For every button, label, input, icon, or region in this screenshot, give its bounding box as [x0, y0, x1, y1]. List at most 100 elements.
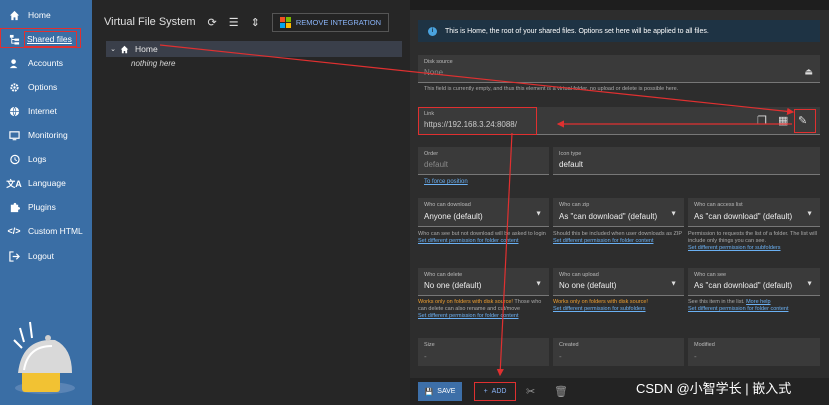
plus-icon: +	[483, 388, 488, 395]
permission-link[interactable]: Set different permission for subfolders	[553, 306, 646, 312]
qr-code-icon[interactable]: ▦	[778, 114, 788, 127]
sidebar-item-label: Monitoring	[28, 130, 68, 140]
copy-icon[interactable]: ❐	[757, 114, 767, 127]
warning-text: Works only on folders with disk source!	[553, 299, 648, 305]
edit-icon[interactable]: ✎	[798, 114, 807, 127]
caret-down-icon: ▼	[806, 279, 813, 287]
sidebar-item-language[interactable]: 文A Language	[0, 172, 92, 194]
icon-type-select[interactable]: Icon type default	[553, 147, 820, 175]
expand-collapse-icon[interactable]: ⇕	[251, 16, 260, 29]
tree-empty-text: nothing here	[131, 59, 176, 68]
delete-icon[interactable]: 🗑	[554, 385, 568, 398]
sidebar-item-logout[interactable]: Logout	[0, 245, 92, 267]
sidebar-item-monitoring[interactable]: Monitoring	[0, 124, 92, 146]
who-can-zip-value: As "can download" (default)	[559, 212, 658, 221]
caret-down-icon: ▼	[535, 279, 542, 287]
disk-source-placeholder: None	[424, 68, 444, 77]
who-can-access-list-select[interactable]: Who can access list As "can download" (d…	[688, 198, 820, 227]
sidebar-item-label: Shared files	[27, 34, 72, 44]
who-can-download-value: Anyone (default)	[424, 212, 483, 221]
eject-icon[interactable]: ⏏	[804, 66, 813, 77]
remove-integration-button[interactable]: REMOVE INTEGRATION	[271, 12, 390, 32]
add-button[interactable]: + ADD	[474, 382, 516, 401]
permission-link[interactable]: Set different permission for subfolders	[688, 245, 781, 251]
who-can-access-list-value: As "can download" (default)	[694, 212, 793, 221]
sidebar-item-internet[interactable]: Internet	[0, 100, 92, 122]
created-value: -	[559, 352, 562, 361]
icon-type-value: default	[559, 160, 584, 169]
add-label: ADD	[491, 388, 507, 395]
remove-integration-label: REMOVE INTEGRATION	[295, 17, 382, 27]
save-button[interactable]: 💾 SAVE	[418, 382, 462, 401]
who-can-download-help: Who can see but not download will be ask…	[418, 231, 549, 245]
who-can-see-label: Who can see	[694, 272, 727, 278]
who-can-zip-select[interactable]: Who can zip As "can download" (default) …	[553, 198, 684, 227]
sidebar-item-custom-html[interactable]: </> Custom HTML	[0, 220, 92, 242]
created-label: Created	[559, 342, 579, 348]
sidebar-item-label: Home	[28, 10, 51, 20]
cut-icon[interactable]: ✂	[526, 385, 535, 398]
who-can-delete-select[interactable]: Who can delete No one (default) ▼	[418, 268, 549, 296]
help-text: See this item in the list.	[688, 299, 745, 305]
history-icon	[0, 154, 28, 165]
sidebar-item-label: Logout	[28, 251, 54, 261]
sidebar-item-logs[interactable]: Logs	[0, 148, 92, 170]
sidebar: Home Shared files Accounts Options Inter…	[0, 0, 92, 405]
who-can-see-select[interactable]: Who can see As "can download" (default) …	[688, 268, 820, 296]
modified-field: Modified -	[688, 338, 820, 366]
gear-icon	[0, 82, 28, 93]
help-text: Who can see but not download will be ask…	[418, 231, 546, 237]
tree-node-home[interactable]: ⌄ Home	[106, 41, 402, 57]
icon-type-label: Icon type	[559, 151, 582, 157]
caret-down-icon: ▼	[670, 279, 677, 287]
who-can-download-select[interactable]: Who can download Anyone (default) ▼	[418, 198, 549, 227]
list-icon[interactable]: ☰	[229, 16, 239, 29]
size-field: Size -	[418, 338, 549, 366]
who-can-upload-label: Who can upload	[559, 272, 599, 278]
sidebar-item-label: Internet	[28, 106, 57, 116]
who-can-zip-label: Who can zip	[559, 202, 590, 208]
watermark: CSDN @小智学长 | 嵌入式	[636, 381, 792, 396]
save-icon: 💾	[424, 388, 434, 396]
tree-toolbar: Virtual File System ⟳ ☰ ⇕ REMOVE INTEGRA…	[104, 12, 390, 32]
save-label: SAVE	[437, 388, 456, 395]
size-label: Size	[424, 342, 435, 348]
size-value: -	[424, 352, 427, 361]
translate-icon: 文A	[6, 178, 22, 189]
disk-source-field[interactable]: Disk source None ⏏	[418, 55, 820, 83]
order-value: default	[424, 160, 449, 169]
page-title: Virtual File System	[104, 16, 196, 28]
who-can-upload-help: Works only on folders with disk source! …	[553, 299, 684, 313]
more-help-link[interactable]: More help	[746, 299, 770, 305]
who-can-delete-label: Who can delete	[424, 272, 463, 278]
sidebar-item-label: Options	[28, 82, 58, 92]
sidebar-item-accounts[interactable]: Accounts	[0, 52, 92, 74]
chevron-down-icon[interactable]: ⌄	[106, 45, 120, 53]
order-field[interactable]: Order default	[418, 147, 549, 175]
who-can-download-label: Who can download	[424, 202, 471, 208]
permission-link[interactable]: Set different permission for folder cont…	[418, 238, 518, 244]
permission-link[interactable]: Set different permission for folder cont…	[688, 306, 788, 312]
permission-link[interactable]: Set different permission for folder cont…	[418, 313, 518, 319]
monitor-icon	[0, 130, 28, 141]
server-cloche-illustration	[13, 321, 75, 394]
disk-source-label: Disk source	[424, 59, 453, 65]
force-position-link[interactable]: To force position	[424, 179, 468, 185]
disk-source-help: This field is currently empty, and thus …	[424, 86, 679, 92]
permission-link[interactable]: Set different permission for folder cont…	[553, 238, 653, 244]
who-can-upload-select[interactable]: Who can upload No one (default) ▼	[553, 268, 684, 296]
who-can-access-list-help: Permission to requests the list of a fol…	[688, 231, 820, 252]
sidebar-item-options[interactable]: Options	[0, 76, 92, 98]
refresh-icon[interactable]: ⟳	[208, 16, 217, 29]
sidebar-item-shared-files[interactable]: Shared files	[0, 28, 92, 50]
info-text: This is Home, the root of your shared fi…	[445, 27, 709, 35]
sidebar-item-plugins[interactable]: Plugins	[0, 196, 92, 218]
tree-node-label: Home	[135, 44, 158, 54]
globe-icon	[0, 106, 28, 117]
who-can-see-value: As "can download" (default)	[694, 281, 793, 290]
who-can-see-help: See this item in the list. More help Set…	[688, 299, 820, 313]
modified-label: Modified	[694, 342, 715, 348]
sidebar-item-label: Language	[28, 178, 66, 188]
sidebar-item-home[interactable]: Home	[0, 4, 92, 26]
code-icon: </>	[7, 226, 21, 236]
